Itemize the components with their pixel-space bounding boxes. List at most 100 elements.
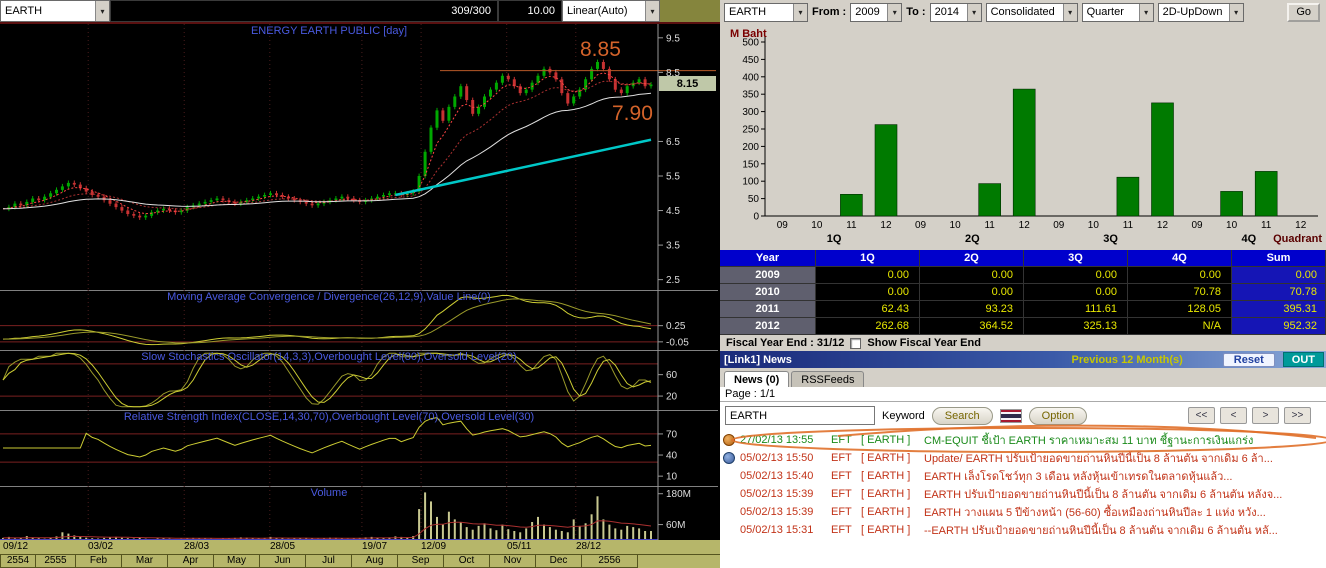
from-year-combo[interactable]: 2009 ▾ xyxy=(850,2,903,22)
svg-text:Quadrant: Quadrant xyxy=(1273,233,1322,245)
news-sym: [ EARTH ] xyxy=(861,524,911,536)
rsi-panel: 70 40 10 Relative Strength Index(CLOSE,14,… xyxy=(0,410,720,486)
date-axis-label: 28/05 xyxy=(270,541,296,552)
display-mode-combo[interactable]: 2D-UpDown ▾ xyxy=(1157,2,1244,22)
table-value-cell: 0.00 xyxy=(1024,284,1128,301)
chevron-down-icon[interactable]: ▾ xyxy=(1138,3,1153,21)
svg-text:200: 200 xyxy=(742,142,759,153)
svg-text:1Q: 1Q xyxy=(827,233,842,245)
table-value-cell: 93.23 xyxy=(920,301,1024,318)
svg-text:09: 09 xyxy=(1053,220,1065,231)
month-axis-label: Jul xyxy=(306,554,352,568)
date-axis-label: 09/12 xyxy=(3,541,29,552)
table-year-cell: 2009 xyxy=(720,267,816,284)
svg-text:5.5: 5.5 xyxy=(666,172,680,183)
news-link-title: [Link1] News xyxy=(724,353,792,366)
news-feed: EFT xyxy=(831,524,852,536)
option-button[interactable]: Option xyxy=(1028,406,1088,425)
svg-text:12: 12 xyxy=(1019,220,1031,231)
to-year-combo[interactable]: 2014 ▾ xyxy=(929,2,982,22)
news-text: Update/ EARTH ปรับเป้ายอดขายถ่านหินปีนี้… xyxy=(924,453,1273,465)
symbol-search-input[interactable] xyxy=(725,406,875,425)
news-nav-button[interactable]: << xyxy=(1188,407,1215,424)
statement-value: Consolidated xyxy=(990,6,1055,18)
price-step-field[interactable]: 10.00 xyxy=(498,0,562,22)
news-sym: [ EARTH ] xyxy=(861,452,911,464)
news-nav-button[interactable]: >> xyxy=(1284,407,1311,424)
news-sym: [ EARTH ] xyxy=(861,434,911,446)
scale-combo[interactable]: Linear(Auto) ▾ xyxy=(562,0,660,22)
news-time: 05/02/13 15:31 xyxy=(740,524,814,536)
svg-text:3.5: 3.5 xyxy=(666,241,680,252)
table-sum-cell: 70.78 xyxy=(1232,284,1326,301)
table-header-cell: 3Q xyxy=(1024,250,1128,267)
out-button[interactable]: OUT xyxy=(1282,352,1324,367)
date-axis-label: 28/03 xyxy=(184,541,210,552)
news-feed: EFT xyxy=(831,434,852,446)
news-text: CM-EQUIT ชี้เป้า EARTH ราคาเหมาะสม 11 บา… xyxy=(924,435,1254,447)
table-year-cell: 2010 xyxy=(720,284,816,301)
svg-text:10: 10 xyxy=(1226,220,1238,231)
month-axis-label: Apr xyxy=(168,554,214,568)
symbol-combo[interactable]: EARTH ▾ xyxy=(724,2,808,22)
table-value-cell: 128.05 xyxy=(1128,301,1232,318)
previous-months-label: Previous 12 Month(s) xyxy=(1071,353,1183,366)
table-value-cell: 262.68 xyxy=(816,318,920,335)
svg-text:11: 11 xyxy=(1123,220,1134,231)
to-label: To : xyxy=(906,6,926,18)
to-year-value: 2014 xyxy=(934,6,960,18)
thai-flag-icon[interactable] xyxy=(999,408,1022,423)
stochastics-chart: 60 20 xyxy=(0,350,718,410)
show-fiscal-checkbox[interactable] xyxy=(850,337,862,349)
chevron-down-icon[interactable]: ▾ xyxy=(887,3,902,21)
news-item[interactable]: 05/02/13 15:39 EFT [ EARTH ] EARTH ปรับเป้า… xyxy=(720,485,1326,503)
symbol-combo-value: EARTH xyxy=(729,6,767,18)
chevron-down-icon[interactable]: ▾ xyxy=(1228,3,1243,21)
table-value-cell: 0.00 xyxy=(1024,267,1128,284)
svg-text:6.5: 6.5 xyxy=(666,137,680,148)
fiscal-year-end-label: Fiscal Year End : 31/12 xyxy=(726,337,845,349)
quarterly-bar-chart: 0 50 100 150 200 250 300 350 400 450 500 09 10 11 12 1Q… xyxy=(720,24,1326,250)
svg-text:0.25: 0.25 xyxy=(666,321,686,332)
svg-text:40: 40 xyxy=(666,451,678,462)
news-item[interactable]: 27/02/13 13:55 EFT [ EARTH ] CM-EQUIT ชี้เป… xyxy=(720,431,1326,449)
chevron-down-icon[interactable]: ▾ xyxy=(645,1,659,21)
reset-button[interactable]: Reset xyxy=(1222,352,1275,367)
news-list: 27/02/13 13:55 EFT [ EARTH ] CM-EQUIT ชี้เป… xyxy=(720,429,1326,568)
table-header-cell: 1Q xyxy=(816,250,920,267)
month-axis-label: 2555 xyxy=(36,554,76,568)
date-axis-row: 09/12 03/02 28/03 28/05 19/07 12/09 05/11 28/12 xyxy=(0,540,720,554)
svg-text:180M: 180M xyxy=(666,489,691,500)
period-combo[interactable]: Quarter ▾ xyxy=(1081,2,1154,22)
news-item[interactable]: 05/02/13 15:40 EFT [ EARTH ] EARTH เล็งโรดโ… xyxy=(720,467,1326,485)
news-item[interactable]: 05/02/13 15:31 EFT [ EARTH ] --EARTH ปรับเป… xyxy=(720,521,1326,539)
svg-text:4Q: 4Q xyxy=(1242,233,1257,245)
chevron-down-icon[interactable]: ▾ xyxy=(793,3,807,21)
go-button[interactable]: Go xyxy=(1287,2,1320,22)
table-year-cell: 2011 xyxy=(720,301,816,318)
chevron-down-icon[interactable]: ▾ xyxy=(966,3,981,21)
svg-text:150: 150 xyxy=(742,159,759,170)
news-sym: [ EARTH ] xyxy=(861,506,911,518)
news-icon-placeholder xyxy=(723,506,735,518)
symbol-combo[interactable]: EARTH ▾ xyxy=(0,0,110,22)
tab-news[interactable]: News (0) xyxy=(724,371,790,387)
news-nav-button[interactable]: > xyxy=(1252,407,1279,424)
tab-rssfeeds[interactable]: RSSFeeds xyxy=(791,371,865,387)
news-item[interactable]: 05/02/13 15:39 EFT [ EARTH ] EARTH วางแผน 5… xyxy=(720,503,1326,521)
chevron-down-icon[interactable]: ▾ xyxy=(95,1,109,21)
svg-text:12: 12 xyxy=(1295,220,1307,231)
month-axis-label: 2556 xyxy=(582,554,638,568)
search-button[interactable]: Search xyxy=(931,406,993,425)
statement-combo[interactable]: Consolidated ▾ xyxy=(985,2,1078,22)
svg-text:10: 10 xyxy=(811,220,823,231)
month-axis-label: Mar xyxy=(122,554,168,568)
chart-workspace: EARTH ▾ 309/300 10.00 Linear(Auto) ▾ 9.5… xyxy=(0,0,720,568)
chevron-down-icon[interactable]: ▾ xyxy=(1062,3,1077,21)
news-item[interactable]: 05/02/13 15:50 EFT [ EARTH ] Update/ EARTH … xyxy=(720,449,1326,467)
bars-range-field[interactable]: 309/300 xyxy=(110,0,498,22)
news-time: 05/02/13 15:39 xyxy=(740,488,814,500)
news-nav-button[interactable]: < xyxy=(1220,407,1247,424)
date-axis-label: 28/12 xyxy=(576,541,602,552)
